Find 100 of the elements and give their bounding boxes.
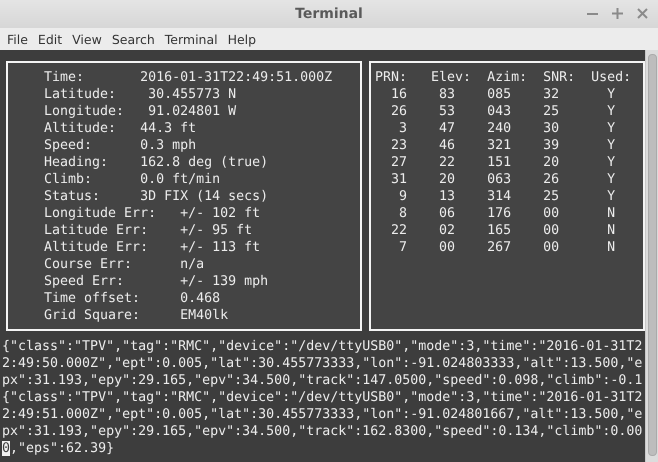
scrollbar[interactable] <box>645 50 658 462</box>
minimize-icon <box>587 12 598 14</box>
table-cell-text: 83 <box>438 86 456 103</box>
table-cell-text: 151 <box>487 154 512 171</box>
field-value: +/- 95 ft <box>180 222 252 239</box>
field-value: +/- 102 ft <box>180 205 260 222</box>
field-value: 91.024801 W <box>147 103 236 120</box>
table-cell-text: 26 <box>543 171 560 188</box>
field-label: Longitude: <box>44 103 126 120</box>
log-line: 2:49:51.000Z","ept":0.005,"lat":30.455773333,"lon":-91.024801667,"alt":13.500,"e <box>2 406 642 423</box>
table-cell-text: 063 <box>487 171 512 188</box>
table-cell-text: 9 <box>398 188 408 205</box>
menu-item[interactable]: Help <box>222 29 262 49</box>
menu-item[interactable]: View <box>67 29 107 49</box>
table-cell-text: 00 <box>438 239 456 256</box>
table-cell-text: 25 <box>543 188 560 205</box>
maximize-button[interactable] <box>610 6 625 21</box>
log-line: {"class":"TPV","tag":"RMC","device":"/dev/ttyUSB0","mode":3,"time":"2016-01-31T2 <box>2 389 642 406</box>
table-cell-text: 085 <box>487 86 512 103</box>
column-header: SNR: <box>543 69 576 86</box>
table-cell-text: Y <box>606 103 616 120</box>
field-value: 3D FIX (14 secs) <box>140 188 268 205</box>
field-label: Speed: <box>44 137 94 154</box>
log-line: {"class":"TPV","tag":"RMC","device":"/dev/ttyUSB0","mode":3,"time":"2016-01-31T2 <box>2 338 642 355</box>
table-cell-text: 16 <box>390 86 408 103</box>
table-cell-text: Y <box>606 154 616 171</box>
menu-item[interactable]: Edit <box>32 29 68 49</box>
table-cell-text: 27 <box>390 154 408 171</box>
field-value: 2016-01-31T22:49:51.000Z <box>140 69 332 86</box>
log-line: 2:49:50.000Z","ept":0.005,"lat":30.455773333,"lon":-91.024803333,"alt":13.500,"e <box>2 355 642 372</box>
menu-item[interactable]: Search <box>106 29 160 49</box>
table-cell-text: 22 <box>438 154 456 171</box>
table-cell-text: Y <box>606 120 616 137</box>
table-cell-text: Y <box>606 137 616 154</box>
table-cell-text: 22 <box>390 222 408 239</box>
field-label: Longitude Err: <box>44 205 158 222</box>
table-cell-text: 321 <box>487 137 512 154</box>
field-value: n/a <box>180 256 204 273</box>
close-button[interactable] <box>635 6 650 21</box>
field-value: 44.3 ft <box>140 120 196 137</box>
table-cell-text: 25 <box>543 103 560 120</box>
field-value: +/- 113 ft <box>180 239 260 256</box>
table-cell-text: 8 <box>398 205 408 222</box>
scrollbar-thumb[interactable] <box>648 54 656 456</box>
table-cell-text: 314 <box>487 188 512 205</box>
menu-item[interactable]: File <box>2 29 33 49</box>
field-value: 30.455773 N <box>147 86 236 103</box>
table-cell-text: 20 <box>543 154 560 171</box>
table-cell-text: N <box>606 222 616 239</box>
menu-item[interactable]: Terminal <box>160 29 223 49</box>
field-value: 0.0 ft/min <box>140 171 220 188</box>
window-title: Terminal <box>295 6 363 22</box>
table-cell-text: 32 <box>543 86 560 103</box>
table-cell-text: 00 <box>543 205 560 222</box>
field-value: +/- 139 mph <box>180 273 268 290</box>
field-label: Time offset: <box>44 290 142 307</box>
field-label: Heading: <box>44 154 110 171</box>
table-cell-text: 240 <box>487 120 512 137</box>
column-header: Azim: <box>487 69 528 86</box>
field-label: Latitude Err: <box>44 222 150 239</box>
table-cell-text: Y <box>606 86 616 103</box>
table-cell-text: 176 <box>487 205 512 222</box>
field-label: Climb: <box>44 171 94 188</box>
field-value: 0.468 <box>180 290 220 307</box>
log-line: px":31.193,"epy":29.165,"epv":34.500,"track":162.8300,"speed":0.134,"climb":0.00 <box>2 423 642 440</box>
table-cell-text: 00 <box>543 239 560 256</box>
table-cell-text: 47 <box>438 120 456 137</box>
field-label: Course Err: <box>44 256 134 273</box>
field-value: EM40lk <box>180 307 228 324</box>
log-line: px":31.193,"epy":29.165,"epv":34.500,"track":147.0500,"speed":0.098,"climb":-0.1 <box>2 372 642 389</box>
field-value: 162.8 deg (true) <box>140 154 268 171</box>
table-cell-text: 53 <box>438 103 456 120</box>
table-cell-text: Y <box>606 188 616 205</box>
field-value: 0.3 mph <box>140 137 196 154</box>
field-label: Status: <box>44 188 102 205</box>
table-cell-text: 043 <box>487 103 512 120</box>
table-cell-text: 13 <box>438 188 456 205</box>
field-label: Latitude: <box>44 86 118 103</box>
field-label: Grid Square: <box>44 307 142 324</box>
table-cell-text: 267 <box>487 239 512 256</box>
table-cell-text: 23 <box>390 137 408 154</box>
table-cell-text: 00 <box>543 222 560 239</box>
maximize-icon <box>612 8 623 19</box>
table-cell-text: Y <box>606 171 616 188</box>
field-label: Time: <box>44 69 86 86</box>
table-cell-text: 3 <box>398 120 408 137</box>
table-cell-text: 7 <box>398 239 408 256</box>
column-header: Used: <box>591 69 632 86</box>
table-cell-text: 165 <box>487 222 512 239</box>
field-label: Speed Err: <box>44 273 126 290</box>
field-label: Altitude Err: <box>44 239 150 256</box>
table-cell-text: N <box>606 239 616 256</box>
column-header: Elev: <box>431 69 472 86</box>
close-icon <box>637 8 648 19</box>
table-cell-text: 26 <box>390 103 408 120</box>
table-cell-text: 46 <box>438 137 456 154</box>
table-cell-text: 02 <box>438 222 456 239</box>
field-label: Altitude: <box>44 120 118 137</box>
table-cell-text: 06 <box>438 205 456 222</box>
table-cell-text: 39 <box>543 137 560 154</box>
